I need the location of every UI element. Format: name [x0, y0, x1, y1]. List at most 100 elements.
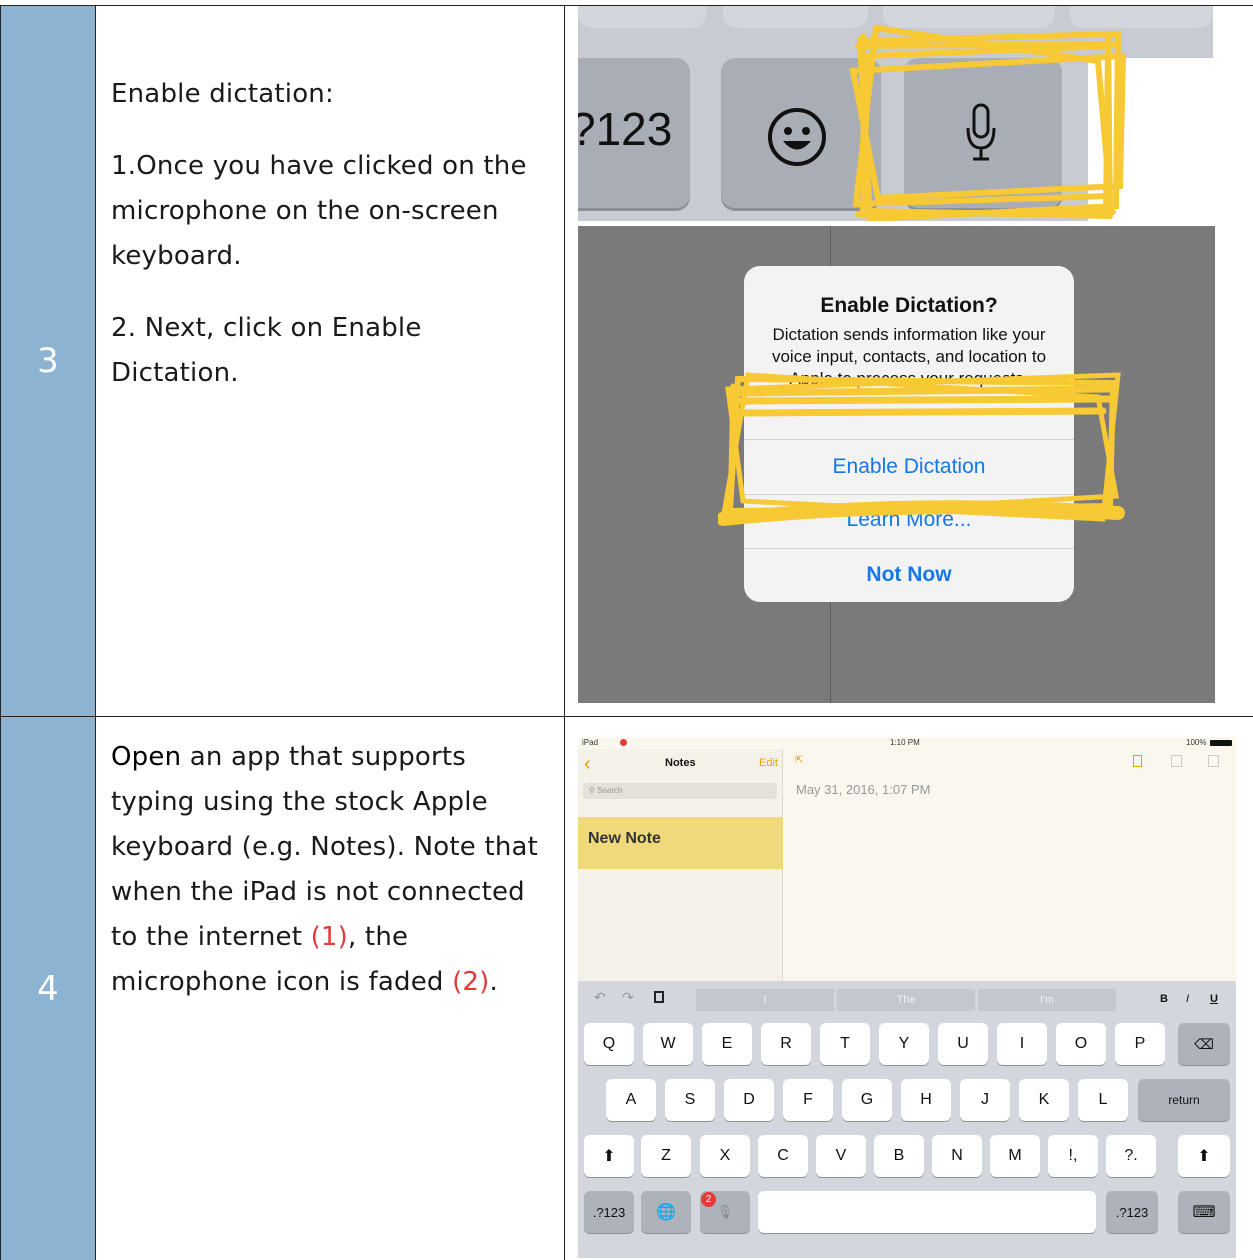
step-4-paragraph: Open an app that supports typing using t…	[111, 735, 551, 1005]
suggestion[interactable]: I	[696, 989, 834, 1011]
key-exclamation[interactable]: !,	[1048, 1135, 1098, 1177]
shift-icon: ⬆	[602, 1148, 616, 1165]
numbers-key-right[interactable]: .?123	[1106, 1191, 1158, 1233]
key-b[interactable]: B	[874, 1135, 924, 1177]
paste-icon[interactable]	[654, 991, 664, 1003]
step-number: 3	[37, 341, 59, 381]
suggestion[interactable]: The	[837, 989, 975, 1011]
key-f[interactable]: F	[783, 1079, 833, 1121]
keyboard-key	[723, 6, 868, 28]
step-number: 4	[37, 968, 59, 1009]
numbers-key[interactable]: .?123	[584, 1191, 634, 1233]
dialog-separator	[744, 548, 1074, 549]
key-p[interactable]: P	[1115, 1023, 1165, 1065]
key-z[interactable]: Z	[641, 1135, 691, 1177]
search-icon: ⚲	[589, 786, 595, 795]
underline-button[interactable]: U	[1210, 993, 1218, 1005]
dialog-title: Enable Dictation?	[820, 294, 998, 317]
step-number-cell-4: 4	[1, 717, 95, 1260]
suggestion[interactable]: I'm	[978, 989, 1116, 1011]
space-bar[interactable]	[758, 1191, 1096, 1233]
key-t[interactable]: T	[820, 1023, 870, 1065]
redo-icon[interactable]: ↷	[622, 989, 634, 1006]
globe-icon: 🌐	[656, 1204, 676, 1221]
highlight-scribble	[718, 372, 1125, 526]
key-h[interactable]: H	[901, 1079, 951, 1121]
list-item[interactable]: New Note	[578, 817, 783, 869]
status-battery: 100%	[1186, 738, 1207, 747]
key-s[interactable]: S	[665, 1079, 715, 1121]
keyboard-key	[578, 6, 706, 28]
key-q[interactable]: Q	[584, 1023, 634, 1065]
key-d[interactable]: D	[724, 1079, 774, 1121]
globe-key[interactable]: 🌐	[641, 1191, 691, 1233]
recording-dot	[620, 739, 627, 746]
step-text: an app that supports typing using the st…	[111, 742, 539, 952]
key-x[interactable]: X	[700, 1135, 750, 1177]
key-j[interactable]: J	[960, 1079, 1010, 1121]
step-heading: Enable dictation:	[111, 79, 334, 109]
keyboard-dismiss-icon: ⌨	[1192, 1204, 1216, 1221]
attach-icon[interactable]	[1133, 755, 1142, 767]
shift-key[interactable]: ⬆	[584, 1135, 634, 1177]
key-u[interactable]: U	[938, 1023, 988, 1065]
delete-key[interactable]: ⌫	[1178, 1023, 1230, 1065]
shift-icon: ⬆	[1197, 1148, 1211, 1165]
key-i[interactable]: I	[997, 1023, 1047, 1065]
keyboard-zoom-screenshot: ?123	[578, 6, 1213, 221]
row-divider	[0, 716, 1253, 717]
edit-button[interactable]: Edit	[759, 757, 778, 769]
hide-keyboard-key[interactable]: ⌨	[1178, 1191, 1230, 1233]
search-placeholder: Search	[597, 786, 623, 795]
return-key[interactable]: return	[1138, 1079, 1230, 1121]
key-v[interactable]: V	[816, 1135, 866, 1177]
notes-title: Notes	[665, 757, 696, 769]
not-now-button[interactable]: Not Now	[744, 563, 1074, 587]
key-y[interactable]: Y	[879, 1023, 929, 1065]
step-item-2: 2. Next, click on Enable Dictation.	[111, 313, 422, 388]
key-w[interactable]: W	[643, 1023, 693, 1065]
expand-icon[interactable]: ⇱	[795, 755, 803, 766]
shift-key-right[interactable]: ⬆	[1178, 1135, 1230, 1177]
key-c[interactable]: C	[758, 1135, 808, 1177]
status-device: iPad	[582, 738, 599, 747]
step-item-1: 1.Once you have clicked on the microphon…	[111, 151, 527, 271]
status-bar: iPad 1:10 PM 100%	[578, 737, 1236, 749]
search-input[interactable]: ⚲ Search	[583, 783, 777, 799]
compose-icon[interactable]	[1208, 755, 1219, 767]
on-screen-keyboard: ↶ ↷ I The I'm B I U Q W E R T Y U I O P …	[578, 981, 1236, 1258]
enable-dictation-screenshot: Enable Dictation? Dictation sends inform…	[578, 226, 1215, 703]
column-divider-1	[95, 5, 96, 1260]
key-g[interactable]: G	[842, 1079, 892, 1121]
smiley-face-icon	[768, 108, 826, 166]
bold-button[interactable]: B	[1160, 993, 1168, 1005]
key-a[interactable]: A	[606, 1079, 656, 1121]
step-number-cell-3: 3	[1, 6, 95, 716]
key-n[interactable]: N	[932, 1135, 982, 1177]
column-divider-2	[564, 5, 565, 1260]
key-o[interactable]: O	[1056, 1023, 1106, 1065]
back-chevron-icon[interactable]: ‹	[584, 753, 591, 776]
step-text: .	[489, 967, 498, 997]
key-question[interactable]: ?.	[1106, 1135, 1156, 1177]
reference-2: (2)	[452, 967, 490, 997]
italic-button[interactable]: I	[1186, 993, 1189, 1005]
note-date: May 31, 2016, 1:07 PM	[796, 782, 931, 797]
ipad-notes-screenshot: iPad 1:10 PM 100% ‹ Notes Edit ⚲ Search …	[578, 737, 1236, 1258]
battery-icon	[1210, 740, 1232, 746]
share-icon[interactable]	[1171, 755, 1182, 767]
key-e[interactable]: E	[702, 1023, 752, 1065]
numbers-key-label: ?123	[578, 103, 673, 155]
undo-icon[interactable]: ↶	[594, 989, 606, 1006]
open-keyword: Open	[111, 742, 182, 772]
notes-list-pane: ‹ Notes Edit ⚲ Search New Note	[578, 749, 783, 983]
reference-1: (1)	[310, 922, 348, 952]
key-l[interactable]: L	[1078, 1079, 1128, 1121]
key-r[interactable]: R	[761, 1023, 811, 1065]
key-m[interactable]: M	[990, 1135, 1040, 1177]
note-title: New Note	[588, 830, 661, 847]
step-4-instructions: Open an app that supports typing using t…	[111, 735, 551, 1005]
key-k[interactable]: K	[1019, 1079, 1069, 1121]
highlight-scribble	[849, 24, 1127, 221]
microphone-icon: 🎙	[716, 1204, 734, 1219]
